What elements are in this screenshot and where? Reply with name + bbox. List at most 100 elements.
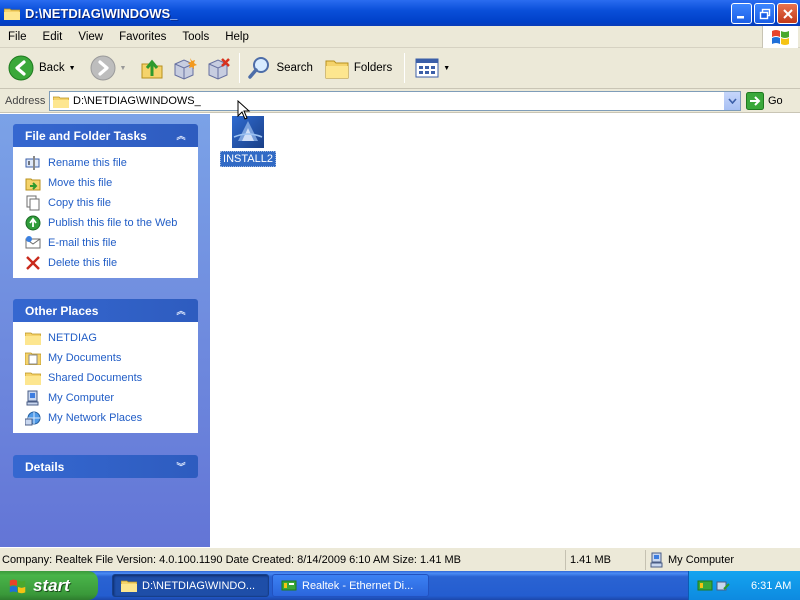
chevron-down-icon[interactable]: ▼: [443, 65, 450, 72]
task-label: Delete this file: [48, 257, 118, 269]
address-input[interactable]: D:\NETDIAG\WINDOWS_: [49, 91, 741, 111]
task-label: E-mail this file: [48, 237, 117, 249]
folder-icon: [25, 370, 41, 386]
search-label: Search: [276, 62, 313, 74]
chevron-down-icon[interactable]: ▼: [69, 65, 76, 72]
restore-icon: [759, 8, 770, 19]
file-folder-tasks-panel: File and Folder Tasks ︽ Rename this file…: [13, 124, 198, 278]
task-rename-file[interactable]: Rename this file: [14, 153, 197, 173]
folders-icon: [325, 60, 349, 79]
file-item[interactable]: INSTALL2: [220, 115, 276, 167]
forward-button[interactable]: ▼: [86, 50, 131, 86]
windows-logo-icon: [762, 26, 798, 48]
place-label: My Documents: [48, 352, 122, 364]
collapse-chevron-icon[interactable]: ︽: [173, 303, 189, 319]
place-my-computer[interactable]: My Computer: [14, 388, 197, 408]
task-pane: File and Folder Tasks ︽ Rename this file…: [0, 114, 210, 547]
back-button[interactable]: Back ▼: [4, 50, 80, 86]
menu-favorites[interactable]: Favorites: [111, 31, 174, 43]
status-location-label: My Computer: [668, 553, 735, 566]
address-label: Address: [5, 94, 46, 107]
network-adapter-icon[interactable]: [697, 579, 713, 593]
safely-remove-hardware-icon[interactable]: [715, 578, 731, 594]
title-bar[interactable]: D:\NETDIAG\WINDOWS_: [0, 0, 800, 26]
address-dropdown-button[interactable]: [723, 92, 740, 110]
file-folder-tasks-body: Rename this file Move this file Copy thi…: [13, 147, 198, 278]
publish-icon: [25, 215, 41, 231]
task-copy-file[interactable]: Copy this file: [14, 193, 197, 213]
panel-title: Other Places: [25, 303, 99, 318]
menu-view[interactable]: View: [70, 31, 111, 43]
place-shared-documents[interactable]: Shared Documents: [14, 368, 197, 388]
go-button[interactable]: Go: [746, 92, 783, 110]
window-title: D:\NETDIAG\WINDOWS_: [25, 5, 178, 21]
minimize-button[interactable]: [731, 3, 752, 24]
place-my-network-places[interactable]: My Network Places: [14, 408, 197, 428]
folder-icon: [4, 8, 20, 20]
file-list-view[interactable]: INSTALL2: [210, 114, 800, 547]
views-icon: [415, 58, 439, 78]
maximize-button[interactable]: [754, 3, 775, 24]
panel-title: Details: [25, 459, 65, 474]
menu-help[interactable]: Help: [217, 31, 257, 43]
file-folder-tasks-header[interactable]: File and Folder Tasks ︽: [13, 124, 198, 147]
move-to-button[interactable]: [168, 50, 202, 86]
taskbar-item-explorer[interactable]: D:\NETDIAG\WINDO...: [112, 574, 269, 597]
status-bar: Company: Realtek File Version: 4.0.100.1…: [0, 547, 800, 571]
up-folder-button[interactable]: [136, 50, 168, 86]
details-panel: Details ︾: [13, 455, 198, 478]
delete-folder-icon: [208, 58, 231, 80]
taskbar-item-label: D:\NETDIAG\WINDO...: [142, 579, 256, 592]
delete-toolbar-button[interactable]: [202, 50, 236, 86]
email-icon: [25, 235, 41, 251]
installer-icon: [232, 116, 264, 148]
place-netdiag[interactable]: NETDIAG: [14, 328, 197, 348]
file-name: INSTALL2: [220, 151, 276, 167]
other-places-panel: Other Places ︽ NETDIAG My Documents Shar…: [13, 299, 198, 433]
place-label: Shared Documents: [48, 372, 143, 384]
views-button[interactable]: ▼: [411, 50, 454, 86]
folders-button[interactable]: Folders: [321, 50, 396, 86]
menu-file[interactable]: File: [0, 31, 35, 43]
other-places-header[interactable]: Other Places ︽: [13, 299, 198, 322]
system-tray: 6:31 AM: [688, 571, 800, 600]
clock[interactable]: 6:31 AM: [751, 580, 791, 592]
my-computer-icon: [650, 552, 663, 567]
chevron-down-icon[interactable]: ▼: [120, 65, 127, 72]
task-label: Move this file: [48, 177, 113, 189]
menu-bar: File Edit View Favorites Tools Help: [0, 26, 800, 48]
menu-tools[interactable]: Tools: [174, 31, 217, 43]
search-button[interactable]: Search: [243, 50, 316, 86]
details-header[interactable]: Details ︾: [13, 455, 198, 478]
address-value: D:\NETDIAG\WINDOWS_: [73, 95, 201, 107]
task-label: Rename this file: [48, 157, 127, 169]
folders-label: Folders: [353, 62, 393, 74]
taskbar-item-realtek[interactable]: Realtek - Ethernet Di...: [272, 574, 429, 597]
start-label: start: [33, 575, 70, 595]
folder-icon: [53, 96, 69, 108]
task-email-file[interactable]: E-mail this file: [14, 233, 197, 253]
close-button[interactable]: [777, 3, 798, 24]
minimize-icon: [737, 16, 744, 19]
task-delete-file[interactable]: Delete this file: [14, 253, 197, 273]
place-my-documents[interactable]: My Documents: [14, 348, 197, 368]
taskbar: start D:\NETDIAG\WINDO... Realtek - Ethe…: [0, 571, 800, 600]
network-places-icon: [25, 410, 41, 426]
status-location: My Computer: [646, 550, 796, 570]
start-button[interactable]: start: [0, 571, 98, 600]
expand-chevron-icon[interactable]: ︾: [173, 459, 189, 475]
task-publish-file[interactable]: Publish this file to the Web: [14, 213, 197, 233]
place-label: My Computer: [48, 392, 115, 404]
status-size: 1.41 MB: [566, 549, 646, 570]
move-to-icon: [174, 58, 198, 80]
menu-edit[interactable]: Edit: [35, 31, 71, 43]
panel-title: File and Folder Tasks: [25, 128, 147, 143]
windows-logo-icon: [9, 579, 26, 593]
folder-icon: [121, 580, 137, 592]
go-arrow-icon: [746, 92, 764, 110]
collapse-chevron-icon[interactable]: ︽: [173, 128, 189, 144]
status-info: Company: Realtek File Version: 4.0.100.1…: [0, 549, 566, 570]
rename-icon: [25, 155, 41, 171]
task-move-file[interactable]: Move this file: [14, 173, 197, 193]
forward-arrow-icon: [90, 55, 116, 81]
